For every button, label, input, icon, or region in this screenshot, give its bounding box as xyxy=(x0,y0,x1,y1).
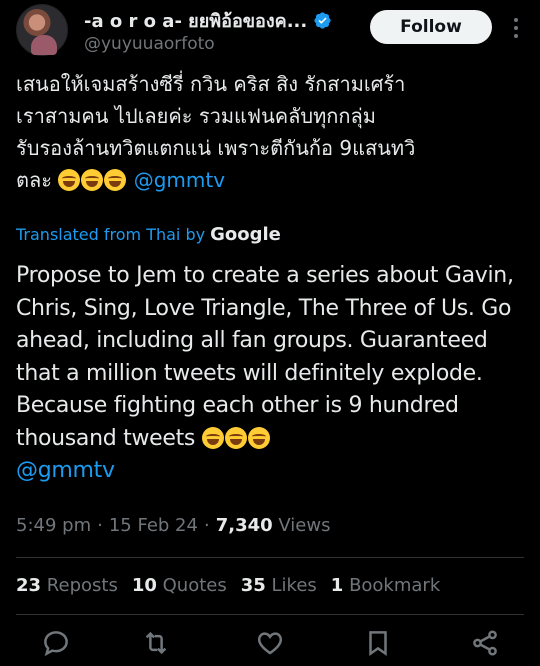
author-handle[interactable]: @yuyuuaorfoto xyxy=(84,34,215,54)
views-count: 7,340 xyxy=(215,515,273,536)
translation-provider: Google xyxy=(210,224,281,245)
tweet-original-text: เสนอให้เจมสร้างซีรี่ กวิน คริส สิง รักสา… xyxy=(16,68,524,196)
like-icon[interactable] xyxy=(255,628,285,658)
tweet-date[interactable]: 15 Feb 24 xyxy=(109,515,198,536)
translated-body: Propose to Jem to create a series about … xyxy=(16,263,514,451)
reposts-label: Reposts xyxy=(46,575,118,596)
translated-label[interactable]: Translated from Thai by xyxy=(16,225,205,244)
quotes-stat[interactable]: 10 Quotes xyxy=(132,575,227,596)
divider xyxy=(16,557,524,558)
laughing-emoji-icon xyxy=(224,426,247,449)
mention-link[interactable]: @gmmtv xyxy=(134,168,225,192)
views-label: Views xyxy=(278,515,331,536)
original-line-4-row: ตละ @gmmtv xyxy=(16,164,524,196)
bookmark-icon[interactable] xyxy=(363,628,393,658)
author-name-row: -a o r o a- ยยพิอ้อของค... xyxy=(84,6,332,35)
likes-stat[interactable]: 35 Likes xyxy=(241,575,317,596)
laughing-emoji-icon xyxy=(247,426,270,449)
meta-separator: · xyxy=(97,515,103,536)
reposts-stat[interactable]: 23 Reposts xyxy=(16,575,118,596)
reposts-count: 23 xyxy=(16,575,42,596)
more-icon[interactable] xyxy=(507,14,525,42)
laughing-emoji-icon xyxy=(81,169,104,191)
laughing-emoji-icon xyxy=(201,426,224,449)
tweet-translated-text: Propose to Jem to create a series about … xyxy=(16,260,528,488)
repost-icon[interactable] xyxy=(141,628,171,658)
tweet-meta: 5:49 pm · 15 Feb 24 · 7,340 Views xyxy=(16,515,330,536)
share-icon[interactable] xyxy=(470,628,500,658)
original-line-4: ตละ xyxy=(16,168,52,192)
bookmarks-label: Bookmark xyxy=(349,575,441,596)
tweet-header: -a o r o a- ยยพิอ้อของค... @yuyuuaorfoto… xyxy=(16,4,526,60)
follow-button[interactable]: Follow xyxy=(370,10,492,44)
original-line-3: รับรองล้านทวิตแตกแน่ เพราะตีกันก้อ 9แสนท… xyxy=(16,136,416,160)
laughing-emoji-icon xyxy=(58,169,81,191)
likes-label: Likes xyxy=(271,575,317,596)
verified-badge-icon xyxy=(314,12,331,29)
translation-attribution[interactable]: Translated from Thai by Google xyxy=(16,224,281,245)
quotes-count: 10 xyxy=(131,575,157,596)
laughing-emoji-icon xyxy=(104,169,127,191)
tweet-stats: 23 Reposts 10 Quotes 35 Likes 1 Bookmark xyxy=(16,575,440,596)
divider xyxy=(16,614,524,615)
bookmarks-stat[interactable]: 1 Bookmark xyxy=(331,575,440,596)
reply-icon[interactable] xyxy=(41,628,71,658)
original-line-2: เราสามคน ไปเลยค่ะ รวมแฟนคลับทุกกลุ่ม xyxy=(16,104,376,128)
original-line-1: เสนอให้เจมสร้างซีรี่ กวิน คริส สิง รักสา… xyxy=(16,72,406,96)
quotes-label: Quotes xyxy=(162,575,227,596)
avatar[interactable] xyxy=(16,4,68,56)
bookmarks-count: 1 xyxy=(330,575,344,596)
meta-separator: · xyxy=(203,515,210,536)
mention-link[interactable]: @gmmtv xyxy=(16,458,115,483)
action-bar xyxy=(0,628,540,664)
likes-count: 35 xyxy=(240,575,266,596)
display-name[interactable]: -a o r o a- ยยพิอ้อของค... xyxy=(84,6,307,35)
tweet-time[interactable]: 5:49 pm xyxy=(16,515,91,536)
